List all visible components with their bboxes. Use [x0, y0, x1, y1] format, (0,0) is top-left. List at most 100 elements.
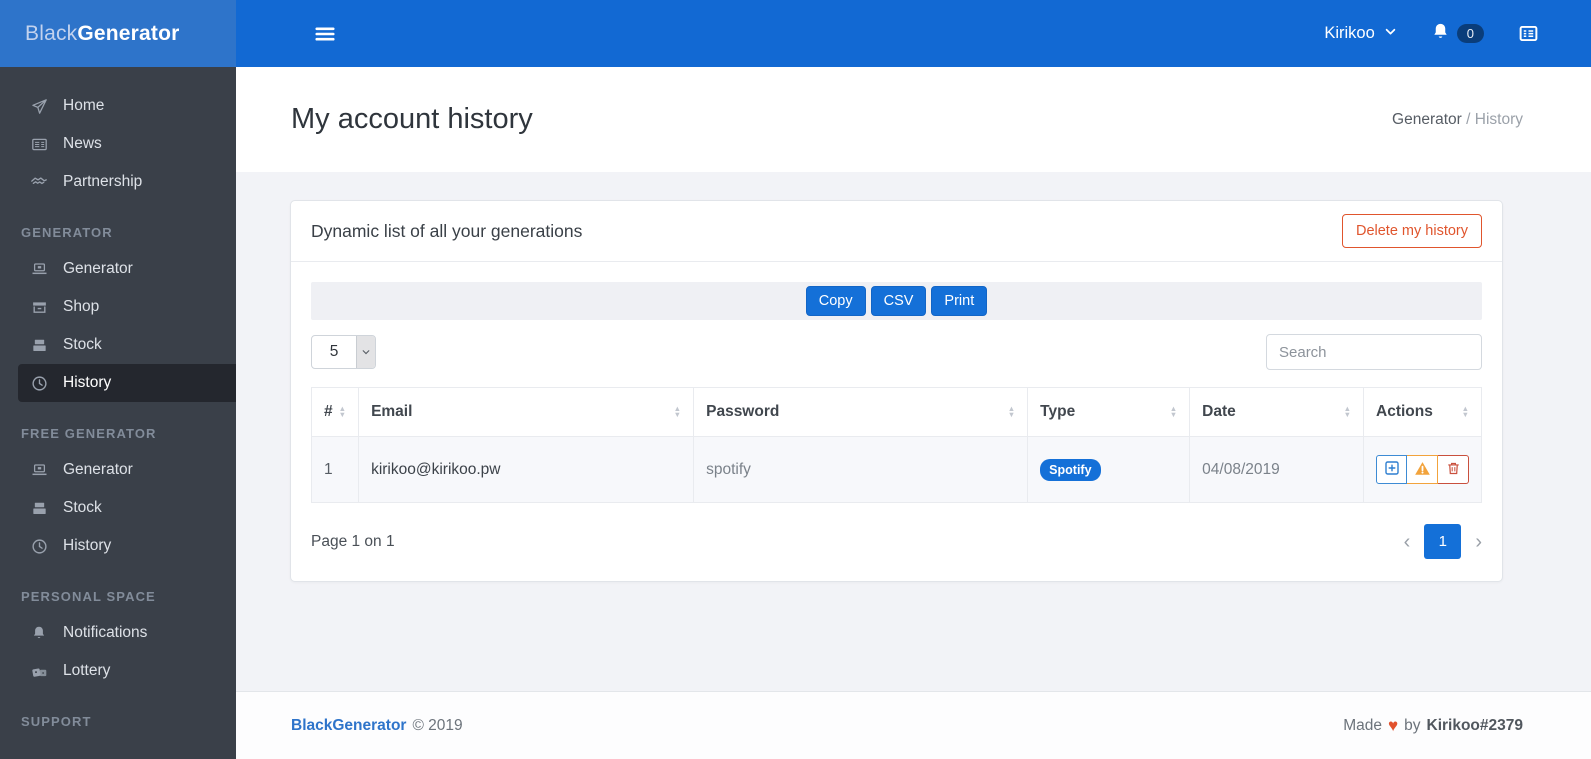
user-menu[interactable]: Kirikoo [1324, 24, 1396, 43]
search-input[interactable] [1266, 334, 1482, 370]
plus-square-icon [1384, 460, 1400, 479]
footer-brand-link[interactable]: BlackGenerator [291, 717, 406, 735]
laptop-icon [30, 461, 48, 479]
sort-icon: ▲ ▼ [1461, 404, 1469, 419]
sort-icon: ▲ ▼ [673, 404, 682, 419]
header-type[interactable]: Type ▲ ▼ [1027, 387, 1191, 437]
breadcrumb-parent[interactable]: Generator [1392, 111, 1462, 128]
bell-icon [1431, 22, 1450, 46]
copy-button[interactable]: Copy [805, 286, 866, 316]
breadcrumb-current: History [1474, 110, 1523, 128]
sort-icon: ▲ ▼ [1343, 404, 1351, 419]
page-title: My account history [291, 103, 533, 135]
card-body: Copy CSV Print 5 Search # ▲ ▼ Email ▲ ▼ … [291, 262, 1502, 581]
table-row: 1 kirikoo@kirikoo.pw spotify Spotify 04/… [310, 436, 1482, 503]
page-length-value: 5 [329, 343, 339, 360]
bell-icon [30, 624, 48, 642]
notification-count-badge: 0 [1456, 24, 1484, 43]
history-card: Dynamic list of all your generations Del… [290, 200, 1503, 582]
heart-icon: ♥ [1388, 715, 1399, 735]
chevron-right-icon[interactable]: › [1475, 532, 1482, 552]
sidebar-item-notifications[interactable]: Notifications [18, 614, 236, 652]
paper-plane-icon [30, 97, 48, 115]
header-password[interactable]: Password ▲ ▼ [693, 387, 1029, 437]
card-header: Dynamic list of all your generations Del… [291, 201, 1502, 262]
pagination-info: Page 1 on 1 [311, 532, 395, 550]
user-name: Kirikoo [1324, 24, 1375, 42]
table-header-row: # ▲ ▼ Email ▲ ▼ Password ▲ ▼ Type ▲ ▼ Da… [310, 387, 1482, 437]
header-email[interactable]: Email ▲ ▼ [358, 387, 695, 437]
clock-icon [30, 537, 48, 555]
sidebar-item-free-generator[interactable]: Generator [18, 451, 236, 489]
breadcrumb: Generator / History [1392, 111, 1523, 129]
sidebar-section-personal-space: PERSONAL SPACE [21, 589, 156, 604]
sidebar-item-label: Notifications [63, 624, 148, 641]
clock-icon [30, 374, 48, 392]
handshake-icon [30, 173, 48, 191]
footer-made: Made [1343, 716, 1383, 734]
header-actions[interactable]: Actions ▲ ▼ [1363, 387, 1482, 437]
print-button[interactable]: Print [931, 286, 988, 316]
table-controls: 5 [311, 334, 1482, 370]
sidebar-item-label: History [63, 374, 112, 391]
sidebar-section-support: SUPPORT [21, 714, 92, 729]
sidebar-item-label: Generator [63, 461, 133, 478]
sidebar-section-generator: GENERATOR [21, 225, 113, 240]
header-date[interactable]: Date ▲ ▼ [1189, 387, 1364, 437]
sidebar-item-label: Partnership [63, 173, 143, 190]
sidebar-item-label: News [63, 135, 102, 152]
footer-author: Kirikoo#2379 [1426, 716, 1524, 734]
sidebar-item-shop[interactable]: Shop [18, 288, 236, 326]
sidebar-item-stock[interactable]: Stock [18, 326, 236, 364]
sidebar-item-label: Stock [63, 336, 102, 353]
sidebar-item-history[interactable]: History [18, 364, 236, 402]
chevron-down-icon [1384, 24, 1397, 43]
sidebar-item-label: Lottery [63, 662, 111, 679]
sidebar-item-news[interactable]: News [18, 125, 236, 163]
sidebar-item-label: Generator [63, 260, 133, 277]
hamburger-icon[interactable] [314, 23, 336, 45]
sidebar-item-free-stock[interactable]: Stock [18, 489, 236, 527]
sidebar-item-lottery[interactable]: Lottery [18, 652, 236, 690]
sidebar-item-label: History [63, 537, 112, 554]
card-title: Dynamic list of all your generations [311, 220, 583, 241]
chevron-left-icon[interactable]: ‹ [1404, 532, 1411, 552]
delete-row-button[interactable] [1438, 455, 1469, 484]
header-num[interactable]: # ▲ ▼ [310, 387, 360, 437]
row-num: 1 [310, 436, 360, 503]
sort-icon: ▲ ▼ [1169, 404, 1178, 419]
sidebar-item-free-history[interactable]: History [18, 527, 236, 565]
delete-history-button[interactable]: Delete my history [1341, 214, 1482, 248]
footer-copyright: © 2019 [412, 716, 463, 734]
report-button[interactable] [1407, 455, 1438, 484]
dice-icon [30, 662, 48, 680]
row-actions [1363, 436, 1482, 503]
export-toolbar: Copy CSV Print [311, 282, 1482, 320]
sidebar-item-label: Shop [63, 298, 100, 315]
csv-button[interactable]: CSV [870, 286, 927, 316]
brand-logo[interactable]: Black Generator [0, 0, 236, 67]
newspaper-icon [30, 135, 48, 153]
sort-icon: ▲ ▼ [338, 404, 347, 419]
caret-down-icon [356, 336, 375, 368]
notifications-button[interactable]: 0 [1431, 22, 1484, 46]
sidebar-item-home[interactable]: Home [18, 87, 236, 125]
page-1-button[interactable]: 1 [1424, 524, 1462, 559]
sort-icon: ▲ ▼ [1007, 404, 1016, 419]
footer-by: by [1404, 716, 1421, 734]
page-header: My account history Generator / History [236, 67, 1591, 172]
actions-button-group [1376, 455, 1469, 484]
row-type: Spotify [1027, 436, 1191, 503]
navbar-right: Kirikoo 0 [1324, 22, 1539, 46]
add-button[interactable] [1376, 455, 1407, 484]
footer-right: Made ♥ by Kirikoo#2379 [1343, 716, 1523, 736]
content-area: Dynamic list of all your generations Del… [236, 172, 1591, 691]
sidebar-item-partnership[interactable]: Partnership [18, 163, 236, 201]
page-length-select[interactable]: 5 [311, 335, 376, 369]
sidebar-nav: Home News Partnership GENERATOR Generato [0, 67, 236, 759]
list-panel-icon[interactable] [1518, 23, 1539, 44]
sidebar-item-generator[interactable]: Generator [18, 250, 236, 288]
pagination: ‹ 1 › [1404, 524, 1482, 559]
brand-part1: Black [25, 21, 78, 45]
boxes-icon [30, 336, 48, 354]
